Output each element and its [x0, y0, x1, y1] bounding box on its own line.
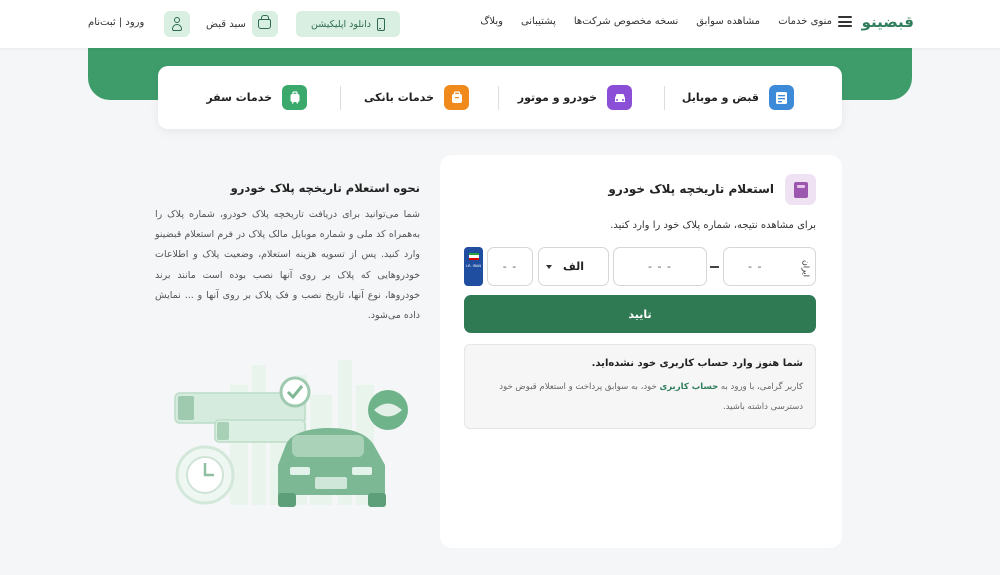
notice-text-before: کاربر گرامی، با ورود به [718, 382, 803, 392]
nav-history[interactable]: مشاهده سوابق [696, 16, 760, 27]
download-app-label: دانلود اپلیکیشن [311, 18, 371, 30]
car-plate-illustration [160, 355, 420, 515]
how-to-title: نحوه استعلام تاریخچه پلاک خودرو [230, 181, 420, 195]
service-travel-label: خدمات سفر [206, 91, 272, 104]
plate-region-value: - - [748, 260, 763, 273]
nav-blog[interactable]: وبلاگ [480, 16, 503, 27]
travel-icon [282, 85, 307, 110]
services-menu-label: منوی خدمات [778, 16, 832, 27]
service-vehicle-label: خودرو و موتور [517, 91, 597, 104]
services-menu-button[interactable]: منوی خدمات [778, 16, 852, 27]
notice-body: کاربر گرامی، با ورود به حساب کاربری خود،… [479, 377, 803, 417]
services-bar: قبض و موبایل خودرو و موتور خدمات بانکی خ… [158, 66, 842, 129]
caret-down-icon [546, 265, 552, 269]
basket-icon [258, 15, 272, 29]
iran-flag-icon [468, 253, 479, 260]
account-link[interactable]: حساب کاربری [659, 382, 718, 392]
car-icon [607, 85, 632, 110]
divider [340, 86, 341, 110]
bank-icon [444, 85, 469, 110]
service-vehicle[interactable]: خودرو و موتور [518, 85, 632, 110]
plate-region-input[interactable]: - - ایران [723, 247, 816, 286]
plate-letter-value: الف [562, 260, 584, 273]
user-icon [172, 17, 182, 31]
login-notice: شما هنوز وارد حساب کاربری خود نشده‌اید. … [464, 344, 816, 429]
logo[interactable]: قبضینو [862, 13, 914, 31]
basket-icon-box [251, 11, 278, 37]
service-travel[interactable]: خدمات سفر [206, 85, 307, 110]
plate-input-group: I.R. IRAN - - الف - - - - - ایران [464, 247, 816, 287]
flag-text: I.R. IRAN [465, 264, 481, 268]
how-to-body: شما می‌توانید برای دریافت تاریخچه پلاک خ… [155, 209, 420, 322]
plate-icon [785, 174, 816, 205]
plate-two-digit-input[interactable]: - - [487, 247, 533, 286]
divider [498, 86, 499, 110]
form-subtitle: برای مشاهده نتیجه، شماره پلاک خود را وار… [610, 220, 816, 231]
confirm-button[interactable]: تایید [464, 295, 816, 333]
bill-icon [769, 85, 794, 110]
user-button[interactable] [164, 11, 190, 37]
nav-business[interactable]: نسخه مخصوص شرکت‌ها [574, 16, 678, 27]
download-app-button[interactable]: دانلود اپلیکیشن [296, 11, 400, 37]
plate-three-digit-input[interactable]: - - - [613, 247, 707, 286]
plate-letter-select[interactable]: الف [538, 247, 609, 286]
top-header: قبضینو منوی خدمات مشاهده سوابق نسخه مخصو… [0, 0, 1000, 48]
phone-icon [376, 17, 385, 31]
nav-support[interactable]: پشتیبانی [521, 16, 556, 27]
divider [664, 86, 665, 110]
bill-basket-button[interactable]: سبد قبض [206, 11, 278, 37]
service-bill-mobile[interactable]: قبض و موبایل [682, 85, 794, 110]
service-banking[interactable]: خدمات بانکی [364, 85, 469, 110]
plate-inquiry-card: استعلام تاریخچه پلاک خودرو برای مشاهده ن… [440, 155, 842, 548]
service-bill-mobile-label: قبض و موبایل [681, 91, 759, 104]
form-title: استعلام تاریخچه پلاک خودرو [608, 182, 774, 196]
service-banking-label: خدمات بانکی [363, 91, 434, 104]
iran-label: ایران [801, 259, 811, 277]
plate-dash [710, 266, 719, 268]
notice-title: شما هنوز وارد حساب کاربری خود نشده‌اید. [591, 358, 803, 369]
bill-basket-label: سبد قبض [206, 18, 246, 30]
login-signup-link[interactable]: ورود | ثبت‌نام [88, 17, 144, 28]
main-nav: مشاهده سوابق نسخه مخصوص شرکت‌ها پشتیبانی… [480, 16, 760, 27]
hamburger-icon [838, 16, 852, 27]
iran-flag-strip: I.R. IRAN [464, 247, 483, 286]
